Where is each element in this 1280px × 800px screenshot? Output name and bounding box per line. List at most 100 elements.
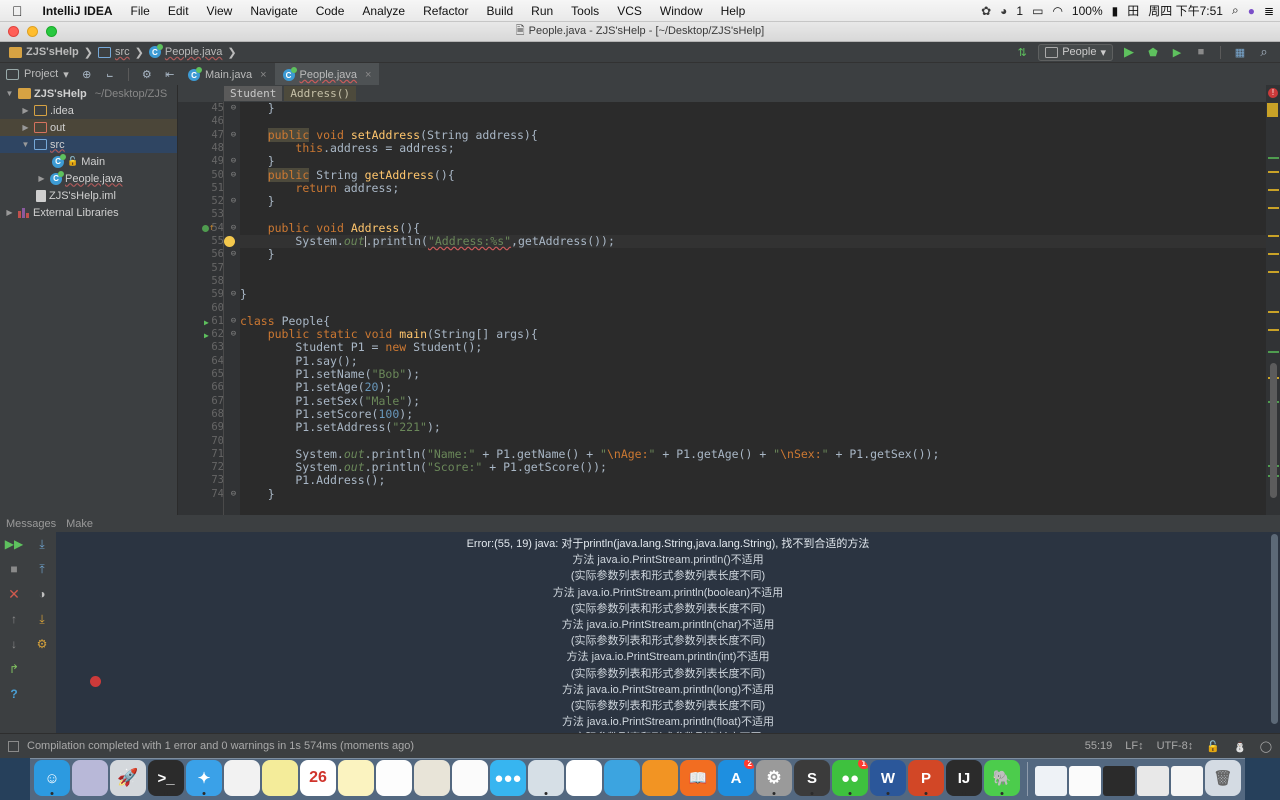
hide-panel-icon[interactable]: ⇤	[162, 66, 178, 82]
event-log-icon[interactable]: ◯	[1260, 740, 1272, 753]
expand-all-icon[interactable]: ⤓	[34, 536, 50, 552]
code-line[interactable]: System.out.println("Name:" + P1.getName(…	[240, 448, 939, 461]
dock-minimized-window-finder[interactable]	[1035, 766, 1067, 796]
dock-icon-wechat[interactable]: ●●1	[832, 760, 868, 796]
close-icon[interactable]: ×	[260, 69, 266, 81]
code-line[interactable]: public String getAddress(){	[240, 169, 455, 182]
tree-item-src[interactable]: ▼ src	[0, 136, 177, 153]
encoding[interactable]: UTF-8↕	[1157, 740, 1194, 752]
error-count-badge[interactable]: !	[1268, 88, 1278, 98]
collapse-all-icon[interactable]: ⤒	[34, 561, 50, 577]
dock-icon-siri[interactable]	[72, 760, 108, 796]
tree-item-out[interactable]: ▶ out	[0, 119, 177, 136]
editor-tab-main[interactable]: C Main.java ×	[180, 63, 275, 85]
code-line[interactable]: P1.setScore(100);	[240, 408, 413, 421]
notification-center-icon[interactable]: ≣	[1264, 4, 1274, 18]
code-fold-toggle[interactable]: ⊖	[229, 488, 238, 501]
dock-icon-pages[interactable]	[642, 760, 678, 796]
menu-item-help[interactable]: Help	[712, 4, 755, 18]
warning-marker[interactable]	[1268, 189, 1279, 191]
dock-icon-ibooks[interactable]: 📖	[680, 760, 716, 796]
sort-icon[interactable]: ⇅	[1014, 44, 1030, 60]
breadcrumb-class-student[interactable]: Student	[224, 86, 282, 101]
dock-minimized-window-browser[interactable]	[1137, 766, 1169, 796]
apple-icon[interactable]: 	[0, 4, 34, 18]
code-line[interactable]: public void setAddress(String address){	[240, 129, 538, 142]
project-tree-panel[interactable]: ▼ ZJS'sHelp ~/Desktop/ZJS ▶ .idea ▶ out …	[0, 85, 178, 515]
message-line[interactable]: 方法 java.io.PrintStream.println(long)不适用	[56, 682, 1280, 698]
tree-item-main[interactable]: C 🔓 Main	[0, 153, 177, 170]
menu-item-run[interactable]: Run	[522, 4, 562, 18]
error-marker-icon[interactable]	[90, 676, 101, 687]
dock-icon-terminal[interactable]: >_	[148, 760, 184, 796]
method-up-arrow-icon[interactable]: ↑	[209, 223, 214, 233]
code-line[interactable]: }	[240, 195, 275, 208]
breadcrumb-file[interactable]: C People.java	[146, 45, 226, 59]
code-line[interactable]	[240, 302, 247, 315]
run-configuration-selector[interactable]: People ▾	[1038, 44, 1113, 61]
code-line[interactable]: }	[240, 488, 275, 501]
dock-icon-keynote[interactable]	[604, 760, 640, 796]
close-icon[interactable]: ✕	[6, 586, 22, 602]
messages-tab-make[interactable]: Make	[66, 518, 93, 530]
layout-button[interactable]: ▦	[1232, 44, 1248, 60]
code-line[interactable]: }	[240, 155, 275, 168]
target-icon[interactable]: ⊕	[79, 66, 95, 82]
dock-icon-finder[interactable]: ☺	[34, 760, 70, 796]
stop-icon[interactable]: ■	[6, 561, 22, 577]
menu-item-edit[interactable]: Edit	[159, 4, 198, 18]
dock-icon-microsoft-powerpoint[interactable]: P	[908, 760, 944, 796]
code-line[interactable]: System.out.println("Address:%s",getAddre…	[240, 235, 615, 248]
stop-button[interactable]: ■	[1193, 44, 1209, 60]
code-fold-toggle[interactable]: ⊖	[229, 315, 238, 328]
macos-dock[interactable]: ☺🚀>_✦26●●●📖A2⚙S●●1WPIJ🐘🗑	[30, 758, 1245, 800]
code-editor[interactable]: Student Address() 45⊖4647⊖4849⊖50⊖5152⊖5…	[178, 85, 1280, 515]
debug-button[interactable]: ⬟	[1145, 44, 1161, 60]
menu-item-code[interactable]: Code	[307, 4, 354, 18]
warning-marker[interactable]	[1268, 235, 1279, 237]
code-line[interactable]: public static void main(String[] args){	[240, 328, 538, 341]
toggle-panel-icon[interactable]	[8, 741, 19, 752]
next-icon[interactable]: ↓	[6, 636, 22, 652]
siri-icon[interactable]: ●	[1248, 4, 1255, 18]
chevron-right-icon[interactable]: ▶	[20, 123, 31, 132]
warning-marker[interactable]	[1268, 253, 1279, 255]
code-line[interactable]: Student P1 = new Student();	[240, 341, 482, 354]
notifications-icon[interactable]: ◕	[1000, 4, 1007, 18]
editor-gutter[interactable]: 45⊖4647⊖4849⊖50⊖5152⊖5354⊖↑5556⊖575859⊖6…	[178, 102, 240, 515]
code-line[interactable]: System.out.println("Score:" + P1.getScor…	[240, 461, 607, 474]
chevron-down-icon[interactable]: ▼	[4, 89, 15, 98]
caret-position[interactable]: 55:19	[1085, 740, 1113, 752]
dock-icon-maps[interactable]	[414, 760, 450, 796]
read-only-lock-icon[interactable]: 🔓	[1206, 740, 1220, 753]
dock-icon-messages[interactable]: ●●●	[490, 760, 526, 796]
code-line[interactable]: P1.say();	[240, 355, 358, 368]
dock-icon-calendar[interactable]: 26	[300, 760, 336, 796]
code-line[interactable]: class People{	[240, 315, 330, 328]
chevron-right-icon[interactable]: ▶	[4, 208, 15, 217]
menu-item-analyze[interactable]: Analyze	[353, 4, 414, 18]
code-line[interactable]: P1.setSex("Male");	[240, 395, 420, 408]
tree-item-idea[interactable]: ▶ .idea	[0, 102, 177, 119]
code-line[interactable]: P1.setName("Bob");	[240, 368, 420, 381]
code-line[interactable]: }	[240, 102, 275, 115]
dock-icon-notes[interactable]	[338, 760, 374, 796]
code-fold-toggle[interactable]: ⊖	[229, 102, 238, 115]
dock-icon-launchpad[interactable]: 🚀	[110, 760, 146, 796]
message-line[interactable]: 方法 java.io.PrintStream.println()不适用	[56, 552, 1280, 568]
code-fold-toggle[interactable]: ⊖	[229, 328, 238, 341]
expand-collapse-icon[interactable]: ⨽	[102, 66, 118, 82]
menu-app-name[interactable]: IntelliJ IDEA	[34, 4, 122, 18]
warning-marker[interactable]	[1267, 103, 1278, 117]
message-line[interactable]: (实际参数列表和形式参数列表长度不同)	[56, 698, 1280, 714]
dock-icon-intellij-idea[interactable]: IJ	[946, 760, 982, 796]
tree-item-external-libraries[interactable]: ▶ External Libraries	[0, 204, 177, 221]
spotlight-search-icon[interactable]: ⌕	[1232, 3, 1239, 18]
rerun-icon[interactable]: ▶▶	[6, 536, 22, 552]
code-fold-toggle[interactable]: ⊖	[229, 248, 238, 261]
dock-icon-evernote[interactable]: 🐘	[984, 760, 1020, 796]
menu-item-view[interactable]: View	[198, 4, 242, 18]
dock-minimized-window-wechat[interactable]	[1171, 766, 1203, 796]
dock-icon-trash[interactable]: 🗑	[1205, 760, 1241, 796]
wifi-icon[interactable]: ◠	[1052, 4, 1062, 18]
